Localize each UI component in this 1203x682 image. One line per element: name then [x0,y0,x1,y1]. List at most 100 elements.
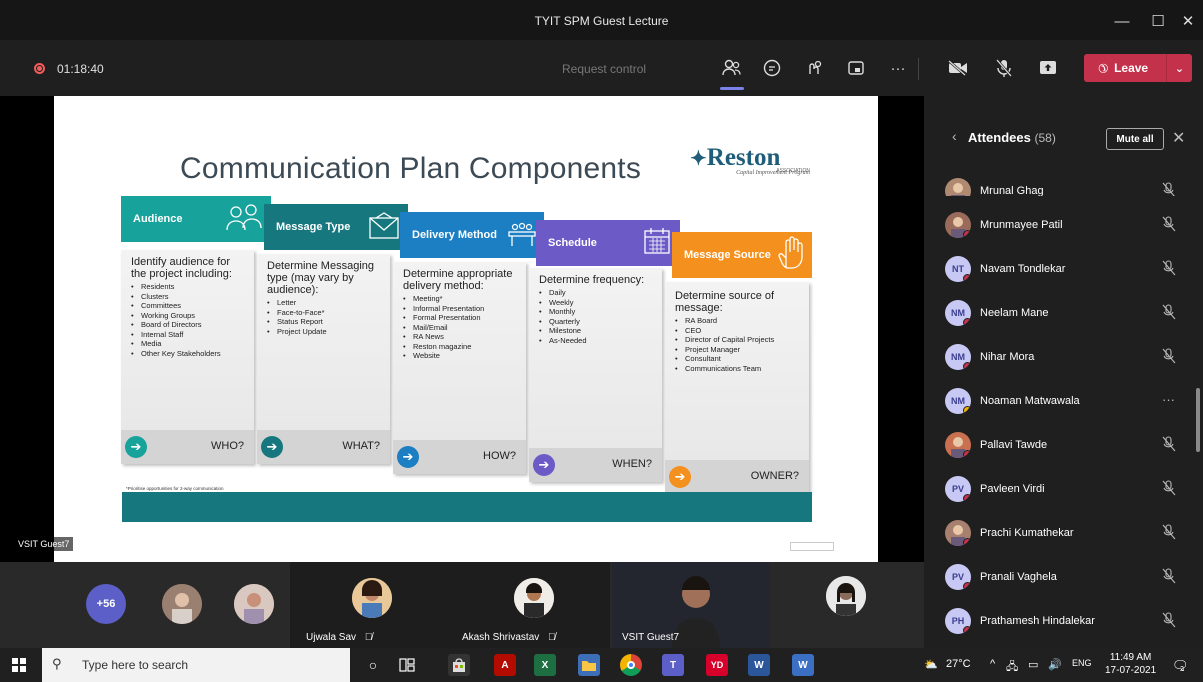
mic-off-icon[interactable] [1162,568,1176,587]
teams-icon[interactable]: T [662,654,684,676]
attendee-row[interactable]: NT Navam Tondlekar [924,248,1203,292]
avatar[interactable] [162,584,202,624]
mic-off-icon[interactable] [1162,182,1176,196]
task-view-icon[interactable] [396,654,418,676]
list-item: Other Key Stakeholders [131,349,248,359]
avatar: NM [945,300,971,326]
network-icon[interactable]: 🖧 [1006,658,1018,677]
file-explorer-icon[interactable] [578,654,600,676]
attendee-row[interactable]: Mrunmayee Patil [924,204,1203,248]
participants-icon[interactable] [718,54,746,90]
attendee-row[interactable]: PH Prathamesh Hindalekar [924,600,1203,644]
rooms-icon[interactable] [842,54,870,82]
delivery-method-column: Determine appropriate delivery method: M… [393,262,526,474]
hidden-icons-chevron-icon[interactable]: ^ [990,658,995,670]
chrome-icon[interactable] [620,654,642,676]
presenter-video-tile[interactable]: VSIT Guest7 [612,562,770,648]
store-icon[interactable] [448,654,470,676]
attendee-name: Pavleen Virdi [980,483,1045,495]
avatar: PH [945,608,971,634]
battery-icon[interactable]: ▭ [1028,658,1038,671]
column-header-label: Schedule [548,237,597,249]
clock-date: 17-07-2021 [1105,665,1157,676]
attendee-row[interactable]: Mrunal Ghag [924,170,1203,196]
attendee-name: Mrunal Ghag [980,185,1044,196]
column-list: RA Board CEO Director of Capital Project… [675,316,803,373]
list-item: Clusters [131,292,248,302]
close-window-button[interactable]: ✕ [1170,8,1203,34]
chat-icon[interactable] [758,54,786,82]
mic-off-icon[interactable] [1162,480,1176,499]
volume-icon[interactable]: 🔊 [1048,658,1062,671]
attendee-row[interactable]: NM Neelam Mane [924,292,1203,336]
slide-title: Communication Plan Components [180,152,642,185]
mic-off-icon[interactable] [1162,348,1176,367]
message-source-column: Determine source of message: RA Board CE… [665,282,809,494]
system-clock[interactable]: 11:49 AM 17-07-2021 [1105,651,1156,677]
mic-off-icon[interactable] [1162,524,1176,543]
mic-off-icon[interactable] [1162,612,1176,631]
back-chevron-icon[interactable]: ‹ [952,128,957,144]
arrow-right-icon: ➔ [669,466,691,488]
attendee-row[interactable]: NM Noaman Matwawala ··· [924,380,1203,424]
column-list: Meeting* Informal Presentation Formal Pr… [403,294,520,361]
taskbar-search-box[interactable]: ⚲ Type here to search [42,648,350,682]
avatar[interactable] [234,584,274,624]
avatar [945,178,971,196]
presence-status-icon [963,230,971,238]
delivery-method-header: Delivery Method [400,212,544,258]
attendee-name: Pranali Vaghela [980,571,1057,583]
avatar[interactable] [352,578,392,618]
temperature[interactable]: 27°C [946,658,971,670]
attendee-row[interactable]: Pallavi Tawde [924,424,1203,468]
camera-off-icon[interactable] [944,54,972,82]
attendee-name: Prathamesh Hindalekar [980,615,1095,627]
windows-start-icon[interactable] [12,658,26,672]
share-screen-icon[interactable] [1034,54,1062,82]
leave-button[interactable]: ✆ Leave ⌄ [1084,54,1192,82]
overflow-participants-badge[interactable]: +56 [86,584,126,624]
mic-off-icon[interactable] [990,54,1018,82]
avatar[interactable] [514,578,554,618]
attendee-row[interactable]: NM Nihar Mora [924,336,1203,380]
column-intro: Identify audience for the project includ… [131,256,232,280]
reactions-icon[interactable] [800,54,828,82]
avatar: NM [945,388,971,414]
close-icon[interactable]: ✕ [1172,128,1185,148]
attendee-row[interactable]: Prachi Kumathekar [924,512,1203,556]
mic-off-icon[interactable] [1162,260,1176,279]
mic-off-icon[interactable] [1162,304,1176,323]
leave-options-chevron-icon[interactable]: ⌄ [1166,54,1192,82]
mic-off-icon[interactable] [1162,216,1176,235]
avatar-initials: PV [951,572,964,582]
word-document-icon[interactable]: W [792,654,814,676]
attendee-list-scrollbar[interactable] [1196,388,1200,452]
list-item: Quarterly [539,317,656,327]
attendees-title: Attendees [968,130,1031,145]
mute-all-button[interactable]: Mute all [1106,128,1164,150]
list-item: Residents [131,282,248,292]
weather-icon[interactable]: ⛅ [924,658,938,671]
excel-icon[interactable]: X [534,654,556,676]
column-intro: Determine frequency: [539,274,645,286]
attendee-row[interactable]: PV Pavleen Virdi [924,468,1203,512]
attendee-row[interactable]: PV Pranali Vaghela [924,556,1203,600]
mic-off-icon[interactable] [1162,436,1176,455]
attendee-name: Noaman Matwawala [980,395,1080,407]
youdao-icon[interactable]: YD [706,654,728,676]
avatar: NT [945,256,971,282]
word-icon[interactable]: W [748,654,770,676]
more-actions-button[interactable]: ··· [884,54,912,82]
arrow-right-icon: ➔ [125,436,147,458]
column-intro: Determine Messaging type (may vary by au… [267,260,374,296]
more-options-icon[interactable]: ··· [1162,392,1175,407]
minimize-button[interactable]: — [1104,8,1140,34]
column-header-label: Delivery Method [412,229,497,241]
request-control-button[interactable]: Request control [562,62,646,76]
list-item: Working Groups [131,311,248,321]
language-indicator[interactable]: ENG [1072,658,1092,668]
acrobat-icon[interactable]: A [494,654,516,676]
notifications-icon[interactable]: 🗨 2 [1172,658,1189,674]
avatar[interactable] [826,576,866,616]
cortana-icon[interactable]: ○ [362,654,384,676]
